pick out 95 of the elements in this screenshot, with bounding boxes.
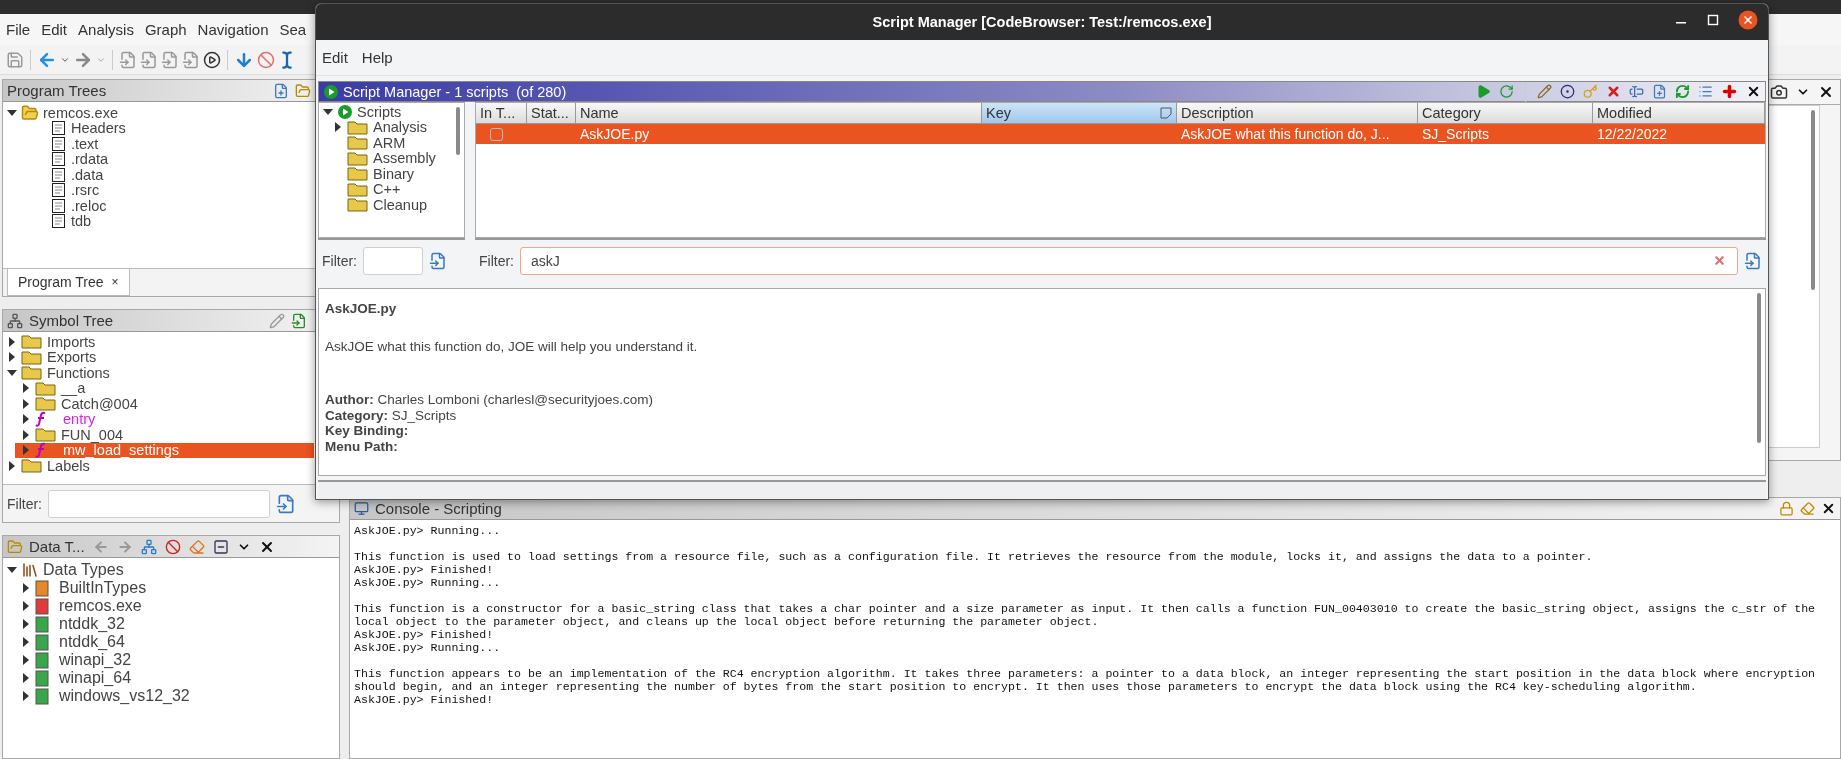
tree-item[interactable]: Assembly — [373, 150, 436, 167]
tab-label: Program Tree — [18, 274, 104, 290]
console-text: This function appears to be an implementation of the RC4 encryption algorithm. It takes three parameters: a pointer to a data block, an integer representing the start position in the data block where encryption should begin, and an integer representing the number of bytes from the start position to encrypt. It then uses those parameters to encrypt the data block using the RC4 key-scheduling algorithm. — [354, 667, 1817, 693]
tree-item[interactable]: Data Types — [43, 561, 124, 579]
category-row[interactable]: Binary — [327, 166, 454, 182]
category-row[interactable]: Analysis — [327, 119, 454, 135]
table-cell: 12/22/2022 — [1597, 126, 1668, 142]
script-name: AskJOE.py — [325, 301, 398, 317]
tree-item[interactable]: .text — [71, 135, 99, 152]
column-header[interactable]: In T... — [476, 103, 527, 124]
filter-label: Filter: — [7, 495, 42, 512]
filter-label: Filter: — [479, 253, 514, 269]
tree-row[interactable]: mw_load_settings — [15, 442, 314, 458]
tree-item-label: __a — [61, 380, 86, 397]
tree-item-label: entry — [63, 411, 96, 428]
tree-item[interactable]: ARM — [373, 134, 406, 151]
tree-item-label: Labels — [47, 457, 90, 474]
table-row[interactable]: AskJOE.py AskJOE what this function do, J... SJ_Scripts 12/22/2022 — [476, 124, 1765, 144]
tree-row[interactable]: Exports — [3, 349, 314, 365]
tree-item[interactable]: ntddk_64 — [59, 633, 125, 651]
tree-item[interactable]: .rdata — [71, 151, 109, 168]
menu-item[interactable]: Edit — [322, 49, 348, 66]
category-row[interactable]: ARM — [327, 135, 454, 151]
tree-item[interactable]: .reloc — [71, 197, 107, 214]
tree-item[interactable]: remcos.exe — [43, 104, 118, 121]
script-description: AskJOE what this function do, JOE will help you understand it. — [325, 338, 699, 354]
tab[interactable]: Program Tree × — [7, 269, 130, 296]
tree-item[interactable]: winapi_32 — [59, 651, 132, 669]
panel-title: Data T... — [29, 538, 85, 555]
tree-item[interactable]: winapi_64 — [59, 669, 132, 687]
menu-item[interactable]: File — [6, 21, 31, 38]
tree-item[interactable]: Headers — [71, 120, 126, 137]
tree-item[interactable]: Scripts — [357, 103, 402, 120]
console-text: This function is a constructor for a basic_string class that takes a char pointer and a size parameter as input. It then calls a function FUN_00403010 to create the basic_string object, assigns the c_str of the local object to the parameter object, and cleans up the local object before returning the parameter object. — [354, 602, 1817, 628]
table-cell: SJ_Scripts — [1422, 126, 1489, 142]
tree-item-label: Functions — [47, 364, 110, 381]
tree-item[interactable]: BuiltInTypes — [59, 579, 147, 597]
tree-row[interactable]: Catch@004 — [15, 396, 314, 412]
tree-item[interactable]: .data — [71, 166, 104, 183]
panel-title: Console - Scripting — [375, 500, 502, 517]
filter-field[interactable]: askJ — [520, 247, 1738, 275]
detail-line: Menu Path: — [325, 438, 399, 454]
tree-item[interactable]: Binary — [373, 165, 415, 182]
column-header[interactable]: Category — [1418, 103, 1593, 124]
menu-item[interactable]: Sea — [279, 21, 307, 38]
panel-title: Program Trees — [7, 82, 107, 99]
tree-row[interactable]: FUN_004 — [15, 427, 314, 443]
detail-line: Key Binding: — [325, 423, 410, 439]
category-row[interactable]: C++ — [327, 181, 454, 197]
filter-label: Filter: — [322, 253, 357, 269]
category-row[interactable]: Assembly — [327, 150, 454, 166]
menu-item[interactable]: Edit — [41, 21, 68, 38]
panel-title: Symbol Tree — [29, 312, 114, 329]
tree-item-label: mw_load_settings — [63, 442, 180, 459]
tree-item[interactable]: windows_vs12_32 — [59, 687, 190, 705]
tree-item[interactable]: ntddk_32 — [59, 615, 125, 633]
panel-title: Script Manager - 1 scripts (of 280) — [343, 83, 567, 100]
tree-item[interactable]: tdb — [71, 213, 92, 230]
detail-line: Author: Charles Lomboni (charlesl@securityjoes.com) — [325, 392, 655, 408]
console-text: This function is used to load settings from a resource file, such as a configuration file. It retrieves the resource from the module, locks it, and assigns the data to a pointer. — [354, 550, 1594, 563]
detail-line: Category: SJ_Scripts — [325, 407, 458, 423]
tree-row[interactable]: __a — [15, 380, 314, 396]
column-header[interactable]: Modified — [1593, 103, 1765, 124]
table-cell: AskJOE.py — [580, 126, 650, 142]
tree-row[interactable]: Labels — [3, 458, 314, 474]
tree-item-label: Exports — [47, 349, 97, 366]
console-text: AskJOE.py> Running... — [354, 641, 502, 654]
close-tab[interactable]: × — [111, 275, 119, 289]
tree-item[interactable]: Cleanup — [373, 196, 427, 213]
menu-item[interactable]: Navigation — [197, 21, 269, 38]
menu-item[interactable]: Analysis — [78, 21, 134, 38]
column-header[interactable]: Description — [1177, 103, 1418, 124]
tree-item[interactable]: remcos.exe — [59, 597, 142, 615]
column-header[interactable]: Key — [982, 103, 1177, 124]
tree-item[interactable]: Analysis — [373, 119, 427, 136]
tree-item[interactable]: C++ — [373, 181, 401, 198]
column-header[interactable]: Stat... — [527, 103, 576, 124]
table-cell: AskJOE what this function do, J... — [1181, 126, 1390, 142]
tree-row[interactable]: Functions — [3, 365, 314, 381]
console-text: AskJOE.py> Finished! — [354, 628, 495, 641]
window-title: Script Manager [CodeBrowser: Test:/remcos.exe] — [872, 14, 1212, 30]
menu-item[interactable]: Graph — [144, 21, 187, 38]
tree-row[interactable]: Imports — [3, 334, 314, 350]
tree-item-label: FUN_004 — [61, 426, 124, 443]
console-text: AskJOE.py> Running... — [354, 576, 502, 589]
tree-item[interactable]: .rsrc — [71, 182, 100, 199]
tree-item-label: Imports — [47, 333, 96, 350]
menu-item[interactable]: Help — [361, 49, 393, 66]
console-text: AskJOE.py> Running... — [354, 524, 502, 537]
tree-row[interactable]: entry — [15, 411, 314, 427]
column-header[interactable]: Name — [576, 103, 982, 124]
console-text: AskJOE.py> Finished! — [354, 563, 495, 576]
console-text: AskJOE.py> Finished! — [354, 693, 495, 706]
category-row[interactable]: Cleanup — [327, 197, 454, 213]
tree-item-label: Catch@004 — [61, 395, 138, 412]
